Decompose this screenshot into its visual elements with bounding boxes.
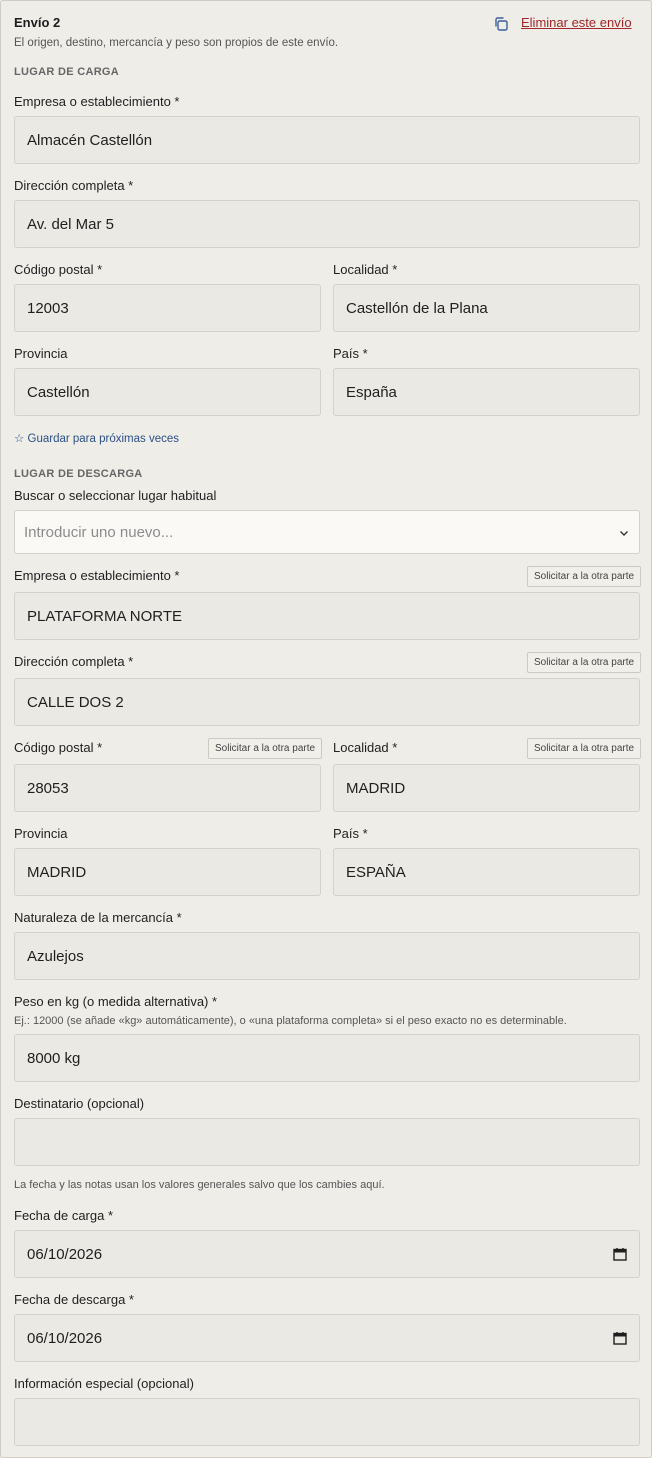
request-city-button[interactable]: Solicitar a la otra parte — [527, 738, 642, 759]
unload-province-input[interactable]: MADRID — [14, 848, 321, 896]
unload-address-label: Dirección completa * — [14, 654, 134, 669]
unload-country-label: País * — [333, 826, 368, 841]
load-address-label: Dirección completa * — [14, 178, 134, 193]
load-country-label: País * — [333, 346, 368, 361]
load-address-input[interactable]: Av. del Mar 5 — [14, 200, 640, 248]
delete-shipment-link[interactable]: Eliminar este envío — [521, 15, 632, 30]
load-date-input[interactable]: 06/10/2026 — [14, 1230, 640, 1278]
load-postal-label: Código postal * — [14, 262, 103, 277]
load-country-input[interactable]: España — [333, 368, 640, 416]
unload-date-value: 06/10/2026 — [27, 1329, 103, 1347]
copy-icon[interactable] — [493, 16, 509, 32]
shipment-card: Envío 2 El origen, destino, mercancía y … — [0, 0, 652, 1458]
goods-nature-label: Naturaleza de la mercancía * — [14, 910, 182, 925]
load-section-title: LUGAR DE CARGA — [14, 66, 120, 78]
request-company-button[interactable]: Solicitar a la otra parte — [527, 566, 642, 587]
goods-nature-input[interactable]: Azulejos — [14, 932, 640, 980]
weight-input[interactable]: 8000 kg — [14, 1034, 640, 1082]
load-postal-input[interactable]: 12003 — [14, 284, 321, 332]
shipment-title: Envío 2 — [14, 15, 61, 30]
unload-city-label: Localidad * — [333, 740, 398, 755]
load-province-label: Provincia — [14, 346, 68, 361]
request-address-button[interactable]: Solicitar a la otra parte — [527, 652, 642, 673]
recipient-label: Destinatario (opcional) — [14, 1096, 145, 1111]
unload-postal-input[interactable]: 28053 — [14, 764, 321, 812]
unload-address-input[interactable]: CALLE DOS 2 — [14, 678, 640, 726]
chevron-down-icon — [618, 526, 630, 538]
unload-place-placeholder: Introducir uno nuevo... — [24, 523, 174, 541]
load-company-input[interactable]: Almacén Castellón — [14, 116, 640, 164]
load-city-input[interactable]: Castellón de la Plana — [333, 284, 640, 332]
unload-company-input[interactable]: PLATAFORMA NORTE — [14, 592, 640, 640]
save-for-later-link[interactable]: ☆ Guardar para próximas veces — [14, 431, 179, 445]
unload-place-select[interactable]: Introducir uno nuevo... — [14, 510, 640, 554]
calendar-icon[interactable] — [613, 1247, 627, 1261]
calendar-icon[interactable] — [613, 1331, 627, 1345]
special-info-label: Información especial (opcional) — [14, 1376, 194, 1391]
unload-province-label: Provincia — [14, 826, 68, 841]
request-postal-button[interactable]: Solicitar a la otra parte — [208, 738, 323, 759]
unload-date-label: Fecha de descarga * — [14, 1292, 134, 1307]
unload-postal-label: Código postal * — [14, 740, 103, 755]
special-info-input[interactable] — [14, 1398, 640, 1446]
weight-hint: Ej.: 12000 (se añade «kg» automáticament… — [14, 1015, 567, 1027]
load-date-value: 06/10/2026 — [27, 1245, 103, 1263]
load-date-label: Fecha de carga * — [14, 1208, 114, 1223]
unload-date-input[interactable]: 06/10/2026 — [14, 1314, 640, 1362]
recipient-input[interactable] — [14, 1118, 640, 1166]
unload-company-label: Empresa o establecimiento * — [14, 568, 180, 583]
unload-country-input[interactable]: ESPAÑA — [333, 848, 640, 896]
weight-label: Peso en kg (o medida alternativa) * — [14, 994, 218, 1009]
load-province-input[interactable]: Castellón — [14, 368, 321, 416]
unload-section-title: LUGAR DE DESCARGA — [14, 468, 143, 480]
unload-search-label: Buscar o seleccionar lugar habitual — [14, 488, 217, 503]
unload-city-input[interactable]: MADRID — [333, 764, 640, 812]
shipment-subtitle: El origen, destino, mercancía y peso son… — [14, 37, 339, 49]
dates-note: La fecha y las notas usan los valores ge… — [14, 1179, 385, 1191]
load-city-label: Localidad * — [333, 262, 398, 277]
load-company-label: Empresa o establecimiento * — [14, 94, 180, 109]
